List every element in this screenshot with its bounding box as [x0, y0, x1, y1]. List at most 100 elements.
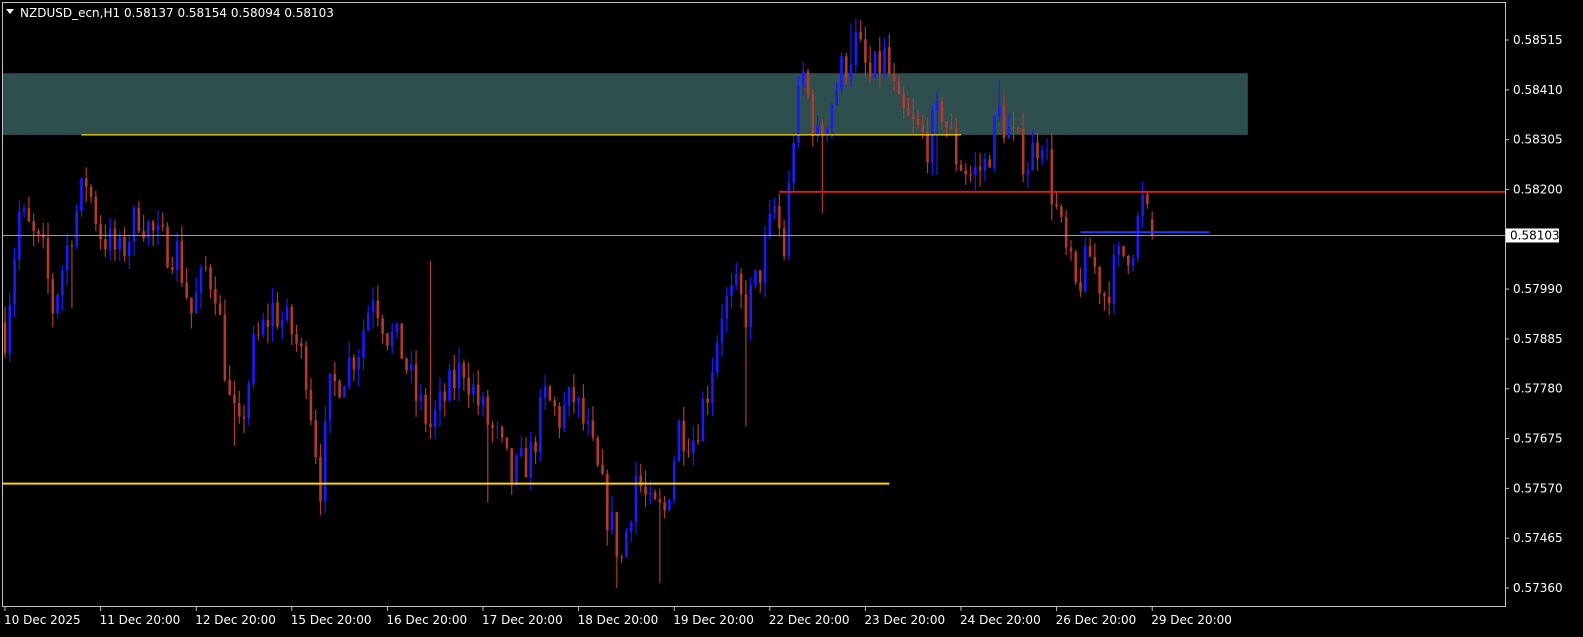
candle-body: [730, 284, 733, 296]
candle-body: [137, 207, 141, 232]
candle-body: [754, 270, 757, 286]
candle-body: [247, 383, 251, 419]
candle-body: [300, 343, 303, 347]
candle-body: [902, 94, 905, 109]
candle-body: [156, 225, 160, 231]
candle-body: [625, 531, 628, 557]
candle-body: [22, 208, 26, 212]
candle-body: [539, 397, 542, 453]
candle-body: [323, 420, 327, 502]
candle-body: [548, 386, 552, 401]
candle-body: [443, 391, 447, 401]
candle-body: [720, 318, 724, 343]
y-tick-label: 0.58200: [1513, 182, 1563, 196]
candle-body: [1117, 246, 1121, 256]
candle-body: [572, 387, 576, 403]
candle-body: [56, 295, 59, 314]
x-tick-label: 23 Dec 20:00: [864, 613, 945, 627]
candle-body: [70, 245, 74, 247]
candle: [166, 222, 169, 269]
candle-body: [161, 225, 165, 227]
candle-body: [1007, 127, 1011, 139]
candle-body: [1012, 127, 1015, 129]
candle-body: [974, 166, 977, 176]
candle-body: [386, 333, 389, 346]
x-tick-label: 26 Dec 20:00: [1056, 613, 1137, 627]
candle-body: [491, 424, 494, 428]
candle: [539, 388, 542, 462]
candle-body: [223, 314, 227, 381]
candle-body: [61, 270, 64, 296]
candle-body: [214, 289, 217, 304]
candle-body: [763, 236, 767, 284]
candle-body: [773, 205, 776, 214]
candle-body: [534, 441, 537, 453]
candle-body: [371, 300, 375, 313]
candle-body: [27, 208, 31, 222]
candle-body: [586, 420, 590, 424]
candle-body: [242, 416, 246, 419]
candle-body: [849, 64, 853, 78]
candle-body: [448, 369, 451, 401]
candle-body: [644, 486, 647, 495]
candle: [1136, 212, 1140, 262]
candle-body: [1136, 216, 1140, 258]
candle-body: [13, 260, 16, 305]
candle: [596, 435, 600, 467]
candle-body: [778, 205, 781, 229]
candle-body: [749, 285, 752, 328]
candle-body: [711, 372, 714, 403]
candle-body: [1131, 257, 1135, 266]
candle-body: [1069, 247, 1073, 252]
candle-body: [228, 380, 231, 395]
candle-body: [615, 512, 619, 557]
candle-body: [46, 237, 50, 279]
candle-body: [1031, 142, 1034, 171]
candle-body: [486, 396, 490, 425]
candle-body: [1045, 149, 1049, 151]
candle: [701, 391, 705, 442]
candle-body: [907, 108, 910, 115]
candle-body: [271, 302, 274, 327]
candle: [873, 50, 877, 79]
supply-zone: [3, 73, 1248, 135]
candle: [252, 324, 255, 390]
x-tick-label: 24 Dec 20:00: [960, 613, 1041, 627]
candle-body: [8, 304, 12, 354]
candle-body: [983, 159, 987, 171]
candle-body: [854, 31, 858, 65]
candle-body: [1112, 255, 1116, 304]
candle-body: [649, 492, 652, 495]
y-tick-label: 0.57465: [1513, 531, 1563, 545]
candle-body: [682, 420, 686, 452]
candle-body: [32, 221, 35, 231]
candle-body: [328, 373, 332, 421]
price-chart[interactable]: 0.58515 0.58410 0.58305 0.58200 0.58103 0.579…: [0, 0, 1583, 637]
candle-body: [1098, 266, 1101, 294]
candle-body: [481, 396, 485, 406]
candle-body: [515, 455, 518, 484]
candle-body: [84, 178, 88, 187]
candle-body: [605, 473, 609, 531]
candle-body: [180, 240, 184, 283]
candle-body: [65, 245, 69, 271]
candle-body: [429, 423, 432, 427]
candle: [548, 384, 552, 402]
candle-body: [237, 403, 241, 417]
candle-body: [519, 447, 523, 456]
candle-body: [333, 373, 337, 382]
candle-body: [1122, 246, 1125, 256]
candle-body: [634, 475, 638, 523]
candle-body: [381, 318, 384, 334]
candle-body: [792, 142, 795, 184]
candle-body: [99, 223, 102, 240]
candle-body: [844, 56, 848, 78]
candle-body: [476, 384, 480, 406]
candle-body: [171, 267, 174, 271]
candle-body: [601, 464, 604, 474]
candle-body: [529, 441, 533, 478]
candle: [672, 455, 676, 504]
candle-body: [1040, 150, 1044, 159]
candle-body: [357, 356, 361, 370]
candle-body: [620, 556, 623, 558]
